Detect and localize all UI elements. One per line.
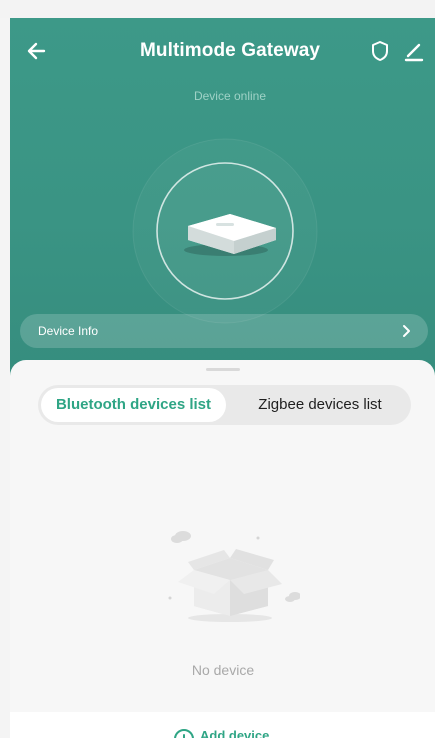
chevron-right-icon <box>403 325 410 337</box>
security-button[interactable] <box>368 38 392 64</box>
edit-button[interactable] <box>401 38 427 64</box>
shield-icon <box>372 41 388 61</box>
device-list-sheet: Bluetooth devices list Zigbee devices li… <box>10 360 435 738</box>
bottom-action-bar[interactable]: Add device <box>10 712 435 738</box>
status-strip <box>0 0 435 18</box>
tab-bluetooth-devices[interactable]: Bluetooth devices list <box>41 388 226 422</box>
screen: Multimode Gateway Device online Device I… <box>0 0 435 738</box>
empty-state-text: No device <box>191 662 255 678</box>
empty-box-illustration <box>150 520 301 630</box>
back-button[interactable] <box>24 38 50 64</box>
device-list-tabs: Bluetooth devices list Zigbee devices li… <box>38 385 411 425</box>
device-status: Device online <box>193 89 267 103</box>
device-header: Multimode Gateway Device online Device I… <box>10 18 435 378</box>
add-device-label: Add device <box>200 728 270 738</box>
plus-circle-icon <box>174 729 194 738</box>
gateway-device-icon <box>132 138 318 324</box>
tab-zigbee-devices[interactable]: Zigbee devices list <box>231 385 409 425</box>
device-info-row[interactable]: Device Info <box>20 314 428 348</box>
device-info-label: Device Info <box>38 324 99 338</box>
device-image <box>130 136 320 326</box>
sheet-drag-handle[interactable] <box>206 368 240 371</box>
pencil-icon <box>404 43 424 62</box>
page-title: Multimode Gateway <box>139 40 321 61</box>
arrow-left-icon <box>27 42 46 60</box>
empty-box-icon <box>168 531 301 622</box>
